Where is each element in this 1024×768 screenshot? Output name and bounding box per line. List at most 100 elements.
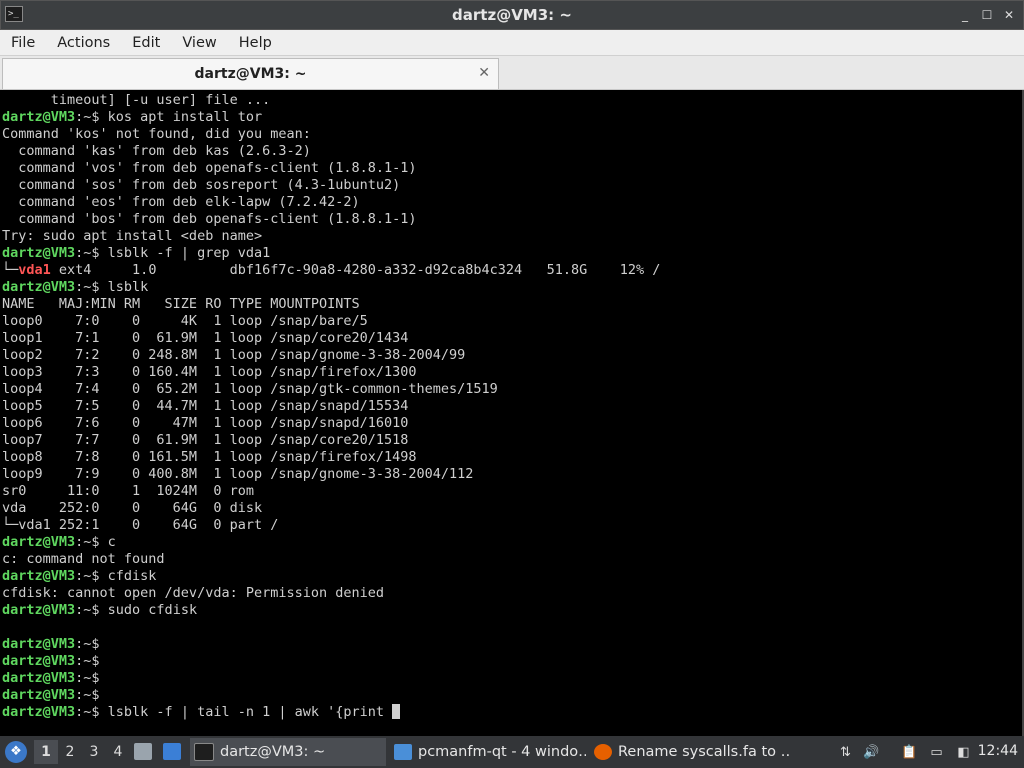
terminal-line: NAME MAJ:MIN RM SIZE RO TYPE MOUNTPOINTS	[2, 296, 660, 313]
prompt-user-host: dartz@VM3	[2, 636, 76, 652]
taskbar: ❖ 1 2 3 4 dartz@VM3: ~ pcmanfm-qt - 4 wi…	[0, 736, 1024, 768]
tab-terminal[interactable]: dartz@VM3: ~ ✕	[2, 58, 499, 89]
menu-actions[interactable]: Actions	[46, 30, 121, 56]
display-icon[interactable]: ▭	[928, 744, 945, 761]
menu-edit[interactable]: Edit	[121, 30, 171, 56]
matched-device-name: vda1	[18, 262, 51, 278]
task-label: dartz@VM3: ~	[220, 744, 326, 760]
desktop-switcher: 1 2 3 4	[34, 740, 130, 764]
terminal-line: command 'sos' from deb sosreport (4.3-1u…	[2, 177, 660, 194]
terminal-line: dartz@VM3:~$ sudo cfdisk	[2, 602, 660, 619]
task-file-manager[interactable]: pcmanfm-qt - 4 windo…	[390, 738, 586, 766]
terminal-line: loop7 7:7 0 61.9M 1 loop /snap/core20/15…	[2, 432, 660, 449]
output-text: loop9 7:9 0 400.8M 1 loop /snap/gnome-3-…	[2, 466, 474, 482]
command-text: :~$ cfdisk	[75, 568, 157, 584]
terminal-line: dartz@VM3:~$ lsblk -f | tail -n 1 | awk …	[2, 704, 660, 721]
desktop-3[interactable]: 3	[82, 740, 106, 764]
file-manager-launcher-icon[interactable]	[134, 743, 152, 760]
terminal-line: dartz@VM3:~$ lsblk -f | grep vda1	[2, 245, 660, 262]
command-text: :~$ lsblk	[75, 279, 149, 295]
terminal-line: dartz@VM3:~$ cfdisk	[2, 568, 660, 585]
output-text: loop6 7:6 0 47M 1 loop /snap/snapd/16010	[2, 415, 409, 431]
tab-close-icon[interactable]: ✕	[478, 65, 490, 81]
output-text: loop1 7:1 0 61.9M 1 loop /snap/core20/14…	[2, 330, 409, 346]
command-text: :~$	[75, 687, 100, 703]
terminal-line: dartz@VM3:~$	[2, 687, 660, 704]
terminal-line: loop9 7:9 0 400.8M 1 loop /snap/gnome-3-…	[2, 466, 660, 483]
terminal-line: └─vda1 252:1 0 64G 0 part /	[2, 517, 660, 534]
terminal-line: loop3 7:3 0 160.4M 1 loop /snap/firefox/…	[2, 364, 660, 381]
desktop-4[interactable]: 4	[106, 740, 130, 764]
terminal-line: loop5 7:5 0 44.7M 1 loop /snap/snapd/155…	[2, 398, 660, 415]
task-firefox[interactable]: Rename syscalls.fa to …	[590, 738, 790, 766]
menu-view[interactable]: View	[171, 30, 227, 56]
output-text: Command 'kos' not found, did you mean:	[2, 126, 311, 142]
prompt-user-host: dartz@VM3	[2, 279, 76, 295]
volume-icon[interactable]: 🔊	[863, 744, 880, 761]
prompt-user-host: dartz@VM3	[2, 568, 76, 584]
clipboard-icon[interactable]: 📋	[901, 744, 918, 761]
output-text: timeout] [-u user] file ...	[2, 92, 271, 108]
terminal-line: command 'bos' from deb openafs-client (1…	[2, 211, 660, 228]
desktop-2[interactable]: 2	[58, 740, 82, 764]
minimize-button[interactable]: _	[957, 7, 973, 23]
output-text: vda 252:0 0 64G 0 disk	[2, 500, 263, 516]
terminal-lines: timeout] [-u user] file ... dartz@VM3:~$ …	[0, 92, 660, 721]
command-text: :~$ lsblk -f | tail -n 1 | awk '{print	[75, 704, 393, 720]
text-cursor	[392, 704, 401, 719]
output-text: loop3 7:3 0 160.4M 1 loop /snap/firefox/…	[2, 364, 417, 380]
network-icon[interactable]: ⇅	[837, 744, 854, 761]
output-text: └─vda1 252:1 0 64G 0 part /	[2, 517, 279, 533]
terminal-line: loop2 7:2 0 248.8M 1 loop /snap/gnome-3-…	[2, 347, 660, 364]
terminal-line: command 'vos' from deb openafs-client (1…	[2, 160, 660, 177]
window-title: dartz@VM3: ~	[452, 6, 572, 24]
output-text: loop7 7:7 0 61.9M 1 loop /snap/core20/15…	[2, 432, 409, 448]
output-text: Try: sudo apt install <deb name>	[2, 228, 263, 244]
prompt-user-host: dartz@VM3	[2, 687, 76, 703]
terminal-line: loop1 7:1 0 61.9M 1 loop /snap/core20/14…	[2, 330, 660, 347]
task-label: Rename syscalls.fa to …	[618, 744, 790, 760]
command-text: :~$ sudo cfdisk	[75, 602, 198, 618]
prompt-user-host: dartz@VM3	[2, 245, 76, 261]
window-titlebar[interactable]: >_ dartz@VM3: ~ _ ☐ ✕	[0, 0, 1024, 30]
clock: 12:44	[977, 743, 1018, 759]
maximize-button[interactable]: ☐	[979, 7, 995, 23]
terminal-output[interactable]: timeout] [-u user] file ... dartz@VM3:~$ …	[0, 90, 1024, 736]
terminal-line: └─vda1 ext4 1.0 dbf16f7c-90a8-4280-a332-…	[2, 262, 660, 279]
output-text: command 'bos' from deb openafs-client (1…	[2, 211, 417, 227]
terminal-line: loop8 7:8 0 161.5M 1 loop /snap/firefox/…	[2, 449, 660, 466]
output-text: command 'kas' from deb kas (2.6.3-2)	[2, 143, 311, 159]
firefox-icon	[594, 744, 612, 760]
terminal-line: timeout] [-u user] file ...	[2, 92, 660, 109]
terminal-line: command 'eos' from deb elk-lapw (7.2.42-…	[2, 194, 660, 211]
terminal-line: dartz@VM3:~$ kos apt install tor	[2, 109, 660, 126]
menu-bar: File Actions Edit View Help	[0, 30, 1024, 56]
menu-help[interactable]: Help	[228, 30, 283, 56]
prompt-user-host: dartz@VM3	[2, 670, 76, 686]
output-text: NAME MAJ:MIN RM SIZE RO TYPE MOUNTPOINTS	[2, 296, 360, 312]
terminal-line: dartz@VM3:~$	[2, 653, 660, 670]
task-terminal[interactable]: dartz@VM3: ~	[190, 738, 386, 766]
close-button[interactable]: ✕	[1001, 7, 1017, 23]
output-text: sr0 11:0 1 1024M 0 rom	[2, 483, 254, 499]
output-text: ext4 1.0 dbf16f7c-90a8-4280-a332-d92ca8b…	[50, 262, 661, 278]
show-desktop-icon[interactable]	[163, 743, 181, 760]
output-text: loop0 7:0 0 4K 1 loop /snap/bare/5	[2, 313, 368, 329]
terminal-icon	[194, 743, 214, 761]
output-text: loop4 7:4 0 65.2M 1 loop /snap/gtk-commo…	[2, 381, 498, 397]
output-text: loop8 7:8 0 161.5M 1 loop /snap/firefox/…	[2, 449, 417, 465]
command-text: :~$ c	[75, 534, 116, 550]
monitor-icon[interactable]: ◧	[955, 744, 972, 761]
prompt-user-host: dartz@VM3	[2, 704, 76, 720]
terminal-line: Try: sudo apt install <deb name>	[2, 228, 660, 245]
terminal-line: cfdisk: cannot open /dev/vda: Permission…	[2, 585, 660, 602]
start-menu-button[interactable]: ❖	[5, 741, 27, 763]
terminal-line: Command 'kos' not found, did you mean:	[2, 126, 660, 143]
desktop-1[interactable]: 1	[34, 740, 58, 764]
terminal-line: loop4 7:4 0 65.2M 1 loop /snap/gtk-commo…	[2, 381, 660, 398]
command-text: :~$ kos apt install tor	[75, 109, 263, 125]
command-text: :~$	[75, 636, 100, 652]
folder-icon	[394, 744, 412, 760]
menu-file[interactable]: File	[0, 30, 46, 56]
